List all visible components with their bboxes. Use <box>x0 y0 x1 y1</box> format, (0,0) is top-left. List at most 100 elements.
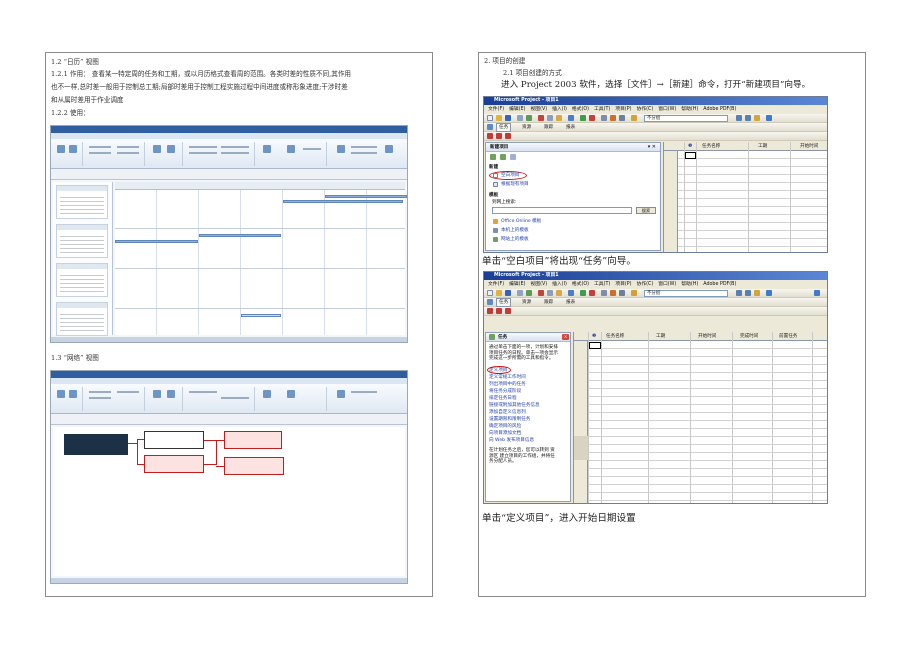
menu-file[interactable]: 文件(F) <box>488 282 504 287</box>
new-icon[interactable] <box>487 115 493 121</box>
table-rows[interactable] <box>574 341 827 503</box>
guide-resources-button[interactable]: 资源 <box>522 123 531 132</box>
open-icon[interactable] <box>496 290 502 296</box>
pdf-email-icon[interactable] <box>496 133 502 139</box>
zoom-in-icon[interactable] <box>736 290 742 296</box>
menu-edit[interactable]: 编辑(E) <box>509 107 525 112</box>
copy-icon[interactable] <box>547 115 553 121</box>
table-rows[interactable] <box>664 151 827 252</box>
menu-file[interactable]: 文件(F) <box>488 107 504 112</box>
task-bar[interactable] <box>325 195 407 198</box>
menu-help[interactable]: 帮助(H) <box>681 107 698 112</box>
close-icon[interactable]: ▾ ✕ <box>648 144 656 150</box>
menu-view[interactable]: 视图(V) <box>530 107 547 112</box>
col-start[interactable]: 开始时间 <box>698 332 716 341</box>
menu-project[interactable]: 项目(P) <box>615 282 631 287</box>
goto-task-icon[interactable] <box>754 115 760 121</box>
pdf-icon[interactable] <box>487 308 493 314</box>
menu-format[interactable]: 格式(O) <box>572 107 589 112</box>
task-bar[interactable] <box>199 234 281 237</box>
network-node-critical[interactable] <box>224 431 282 449</box>
forward-icon[interactable] <box>500 154 506 160</box>
menu-collaborate[interactable]: 协作(C) <box>637 107 654 112</box>
guide-track-button[interactable]: 跟踪 <box>544 298 553 307</box>
network-node-summary[interactable] <box>64 434 128 455</box>
network-node-critical[interactable] <box>224 457 284 475</box>
task-info-icon[interactable] <box>610 115 616 121</box>
menu-insert[interactable]: 插入(I) <box>552 282 567 287</box>
close-icon[interactable]: ✕ <box>562 334 569 340</box>
guide-track-button[interactable]: 跟踪 <box>544 123 553 132</box>
notes-icon[interactable] <box>619 290 625 296</box>
office-online-templates-link[interactable]: Office Online 模板 <box>501 218 541 224</box>
menu-edit[interactable]: 编辑(E) <box>509 282 525 287</box>
menu-tools[interactable]: 工具(T) <box>594 282 610 287</box>
guide-resources-button[interactable]: 资源 <box>522 298 531 307</box>
col-finish[interactable]: 完成时间 <box>740 332 758 341</box>
pdf-review-icon[interactable] <box>505 133 511 139</box>
task-bar[interactable] <box>283 200 403 203</box>
task-info-icon[interactable] <box>610 290 616 296</box>
step-deadlines[interactable]: 设置期限和限制任务 <box>489 416 530 422</box>
cut-icon[interactable] <box>538 290 544 296</box>
col-predecessors[interactable]: 前置任务 <box>779 332 797 341</box>
paste-icon[interactable] <box>556 115 562 121</box>
save-icon[interactable] <box>505 290 511 296</box>
assign-resources-icon[interactable] <box>631 115 637 121</box>
menu-tools[interactable]: 工具(T) <box>594 107 610 112</box>
zoom-in-icon[interactable] <box>736 115 742 121</box>
step-risks[interactable]: 确定项目的风险 <box>489 423 521 429</box>
task-bar[interactable] <box>241 314 281 317</box>
menu-format[interactable]: 格式(O) <box>572 282 589 287</box>
pdf-email-icon[interactable] <box>496 308 502 314</box>
split-icon[interactable] <box>601 290 607 296</box>
row-headers[interactable] <box>574 341 588 503</box>
back-icon[interactable] <box>490 154 496 160</box>
blank-project-link[interactable]: 空白项目 <box>501 172 519 178</box>
col-task-name[interactable]: 任务名称 <box>606 332 624 341</box>
menu-project[interactable]: 项目(P) <box>615 107 631 112</box>
menu-window[interactable]: 窗口(W) <box>658 282 676 287</box>
preview-icon[interactable] <box>526 115 532 121</box>
guide-tasks-button[interactable]: 任务 <box>496 298 512 307</box>
col-task-name[interactable]: 任务名称 <box>702 142 720 151</box>
active-cell[interactable] <box>589 342 601 349</box>
step-custom-columns[interactable]: 添加自定义信息列 <box>489 409 526 415</box>
new-icon[interactable] <box>487 290 493 296</box>
save-icon[interactable] <box>505 115 511 121</box>
cut-icon[interactable] <box>538 115 544 121</box>
menu-adobe-pdf[interactable]: Adobe PDF(B) <box>703 107 736 112</box>
pdf-review-icon[interactable] <box>505 308 511 314</box>
network-node-critical[interactable] <box>144 455 204 473</box>
project-guide-icon[interactable] <box>487 299 493 305</box>
preview-icon[interactable] <box>526 290 532 296</box>
step-phases[interactable]: 将任务分成阶段 <box>489 388 521 394</box>
col-start[interactable]: 开始时间 <box>800 142 818 151</box>
copy-picture-icon[interactable] <box>766 290 772 296</box>
step-list-tasks[interactable]: 列出项目中的任务 <box>489 381 526 387</box>
step-documents[interactable]: 向项目添加文档 <box>489 430 521 436</box>
open-icon[interactable] <box>496 115 502 121</box>
unlink-icon[interactable] <box>589 115 595 121</box>
link-icon[interactable] <box>580 290 586 296</box>
link-icon[interactable] <box>580 115 586 121</box>
goto-task-icon[interactable] <box>754 290 760 296</box>
paste-icon[interactable] <box>556 290 562 296</box>
menu-help[interactable]: 帮助(H) <box>681 282 698 287</box>
template-search-input[interactable] <box>492 207 632 214</box>
step-working-time[interactable]: 定义常规工作时间 <box>489 374 526 380</box>
step-define-project[interactable]: 定义项目 <box>489 367 507 373</box>
menu-collaborate[interactable]: 协作(C) <box>637 282 654 287</box>
print-icon[interactable] <box>517 290 523 296</box>
menu-adobe-pdf[interactable]: Adobe PDF(B) <box>703 282 736 287</box>
col-duration[interactable]: 工期 <box>656 332 665 341</box>
group-by-select[interactable]: 不分组 <box>644 290 728 297</box>
col-duration[interactable]: 工期 <box>758 142 767 151</box>
step-link-info[interactable]: 链接或附加其他任务信息 <box>489 402 540 408</box>
search-button[interactable]: 搜索 <box>636 207 656 214</box>
split-icon[interactable] <box>601 115 607 121</box>
task-bar[interactable] <box>115 240 198 243</box>
guide-report-button[interactable]: 报表 <box>566 298 575 307</box>
help-icon[interactable] <box>814 290 820 296</box>
network-node[interactable] <box>144 431 204 449</box>
